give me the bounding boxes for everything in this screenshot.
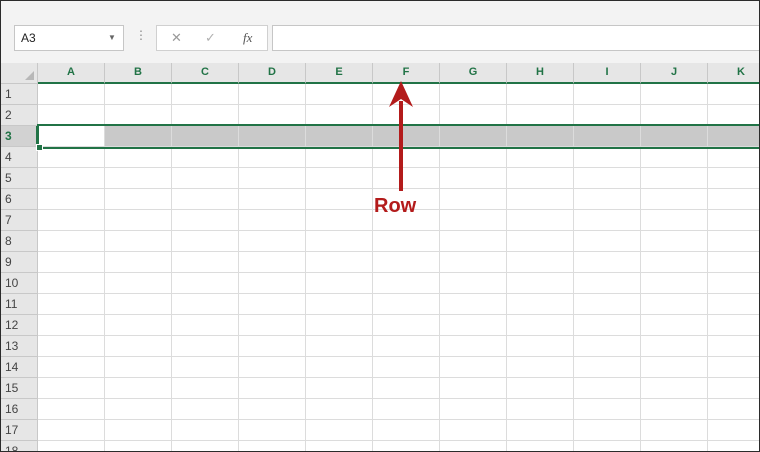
column-header-c[interactable]: C: [172, 63, 239, 84]
row-gridline: [38, 377, 759, 378]
row-header-13[interactable]: 13: [1, 336, 38, 357]
row-header-1[interactable]: 1: [1, 84, 38, 105]
name-box-value: A3: [21, 31, 36, 45]
row-gridline: [38, 398, 759, 399]
column-header-j[interactable]: J: [641, 63, 708, 84]
column-header-a[interactable]: A: [38, 63, 105, 84]
row-gridline: [38, 440, 759, 441]
row-annotation-label: Row: [374, 195, 417, 217]
column-header-g[interactable]: G: [440, 63, 507, 84]
row-header-12[interactable]: 12: [1, 315, 38, 336]
row-header-7[interactable]: 7: [1, 210, 38, 231]
cancel-icon[interactable]: ✕: [171, 30, 182, 46]
select-all-triangle-icon: [25, 71, 34, 80]
row-header-16[interactable]: 16: [1, 399, 38, 420]
formula-input[interactable]: [272, 25, 759, 51]
row-header-4[interactable]: 4: [1, 147, 38, 168]
row-header-9[interactable]: 9: [1, 252, 38, 273]
row-header-10[interactable]: 10: [1, 273, 38, 294]
name-box[interactable]: A3 ▼: [14, 25, 124, 51]
row-gridline: [38, 335, 759, 336]
row-header-15[interactable]: 15: [1, 378, 38, 399]
vertical-dots-icon: ⋮: [135, 28, 147, 42]
row-header-18[interactable]: 18: [1, 441, 38, 451]
column-header-b[interactable]: B: [105, 63, 172, 84]
row-gridline: [38, 251, 759, 252]
formula-buttons: ✕ ✓ fx: [156, 25, 268, 51]
insert-function-icon[interactable]: fx: [243, 30, 252, 46]
fill-handle[interactable]: [36, 144, 43, 151]
row-gridline: [38, 230, 759, 231]
formula-bar: A3 ▼ ⋮ ✕ ✓ fx: [1, 1, 759, 63]
row-header-14[interactable]: 14: [1, 357, 38, 378]
chevron-down-icon[interactable]: ▼: [108, 33, 116, 42]
column-header-h[interactable]: H: [507, 63, 574, 84]
column-header-i[interactable]: I: [574, 63, 641, 84]
arrow-up-icon: [389, 81, 413, 191]
spreadsheet-window: A3 ▼ ⋮ ✕ ✓ fx A B C D E F G H I J K 1 2 3 4 5 6 7 8 9 10 11 12…: [0, 0, 760, 452]
row-header-6[interactable]: 6: [1, 189, 38, 210]
check-icon[interactable]: ✓: [205, 30, 216, 46]
row-gridline: [38, 314, 759, 315]
row-gridline: [38, 356, 759, 357]
row-gridline: [38, 272, 759, 273]
row-header-11[interactable]: 11: [1, 294, 38, 315]
worksheet-grid[interactable]: A B C D E F G H I J K 1 2 3 4 5 6 7 8 9 10 11 12 13 14 15 16 17 18: [1, 63, 759, 451]
row-header-3[interactable]: 3: [1, 126, 38, 147]
row-header-17[interactable]: 17: [1, 420, 38, 441]
select-all-button[interactable]: [1, 63, 38, 84]
row-header-5[interactable]: 5: [1, 168, 38, 189]
column-header-d[interactable]: D: [239, 63, 306, 84]
column-header-e[interactable]: E: [306, 63, 373, 84]
column-header-k[interactable]: K: [708, 63, 759, 84]
row-header-8[interactable]: 8: [1, 231, 38, 252]
row-gridline: [38, 293, 759, 294]
row-gridline: [38, 419, 759, 420]
row-header-2[interactable]: 2: [1, 105, 38, 126]
